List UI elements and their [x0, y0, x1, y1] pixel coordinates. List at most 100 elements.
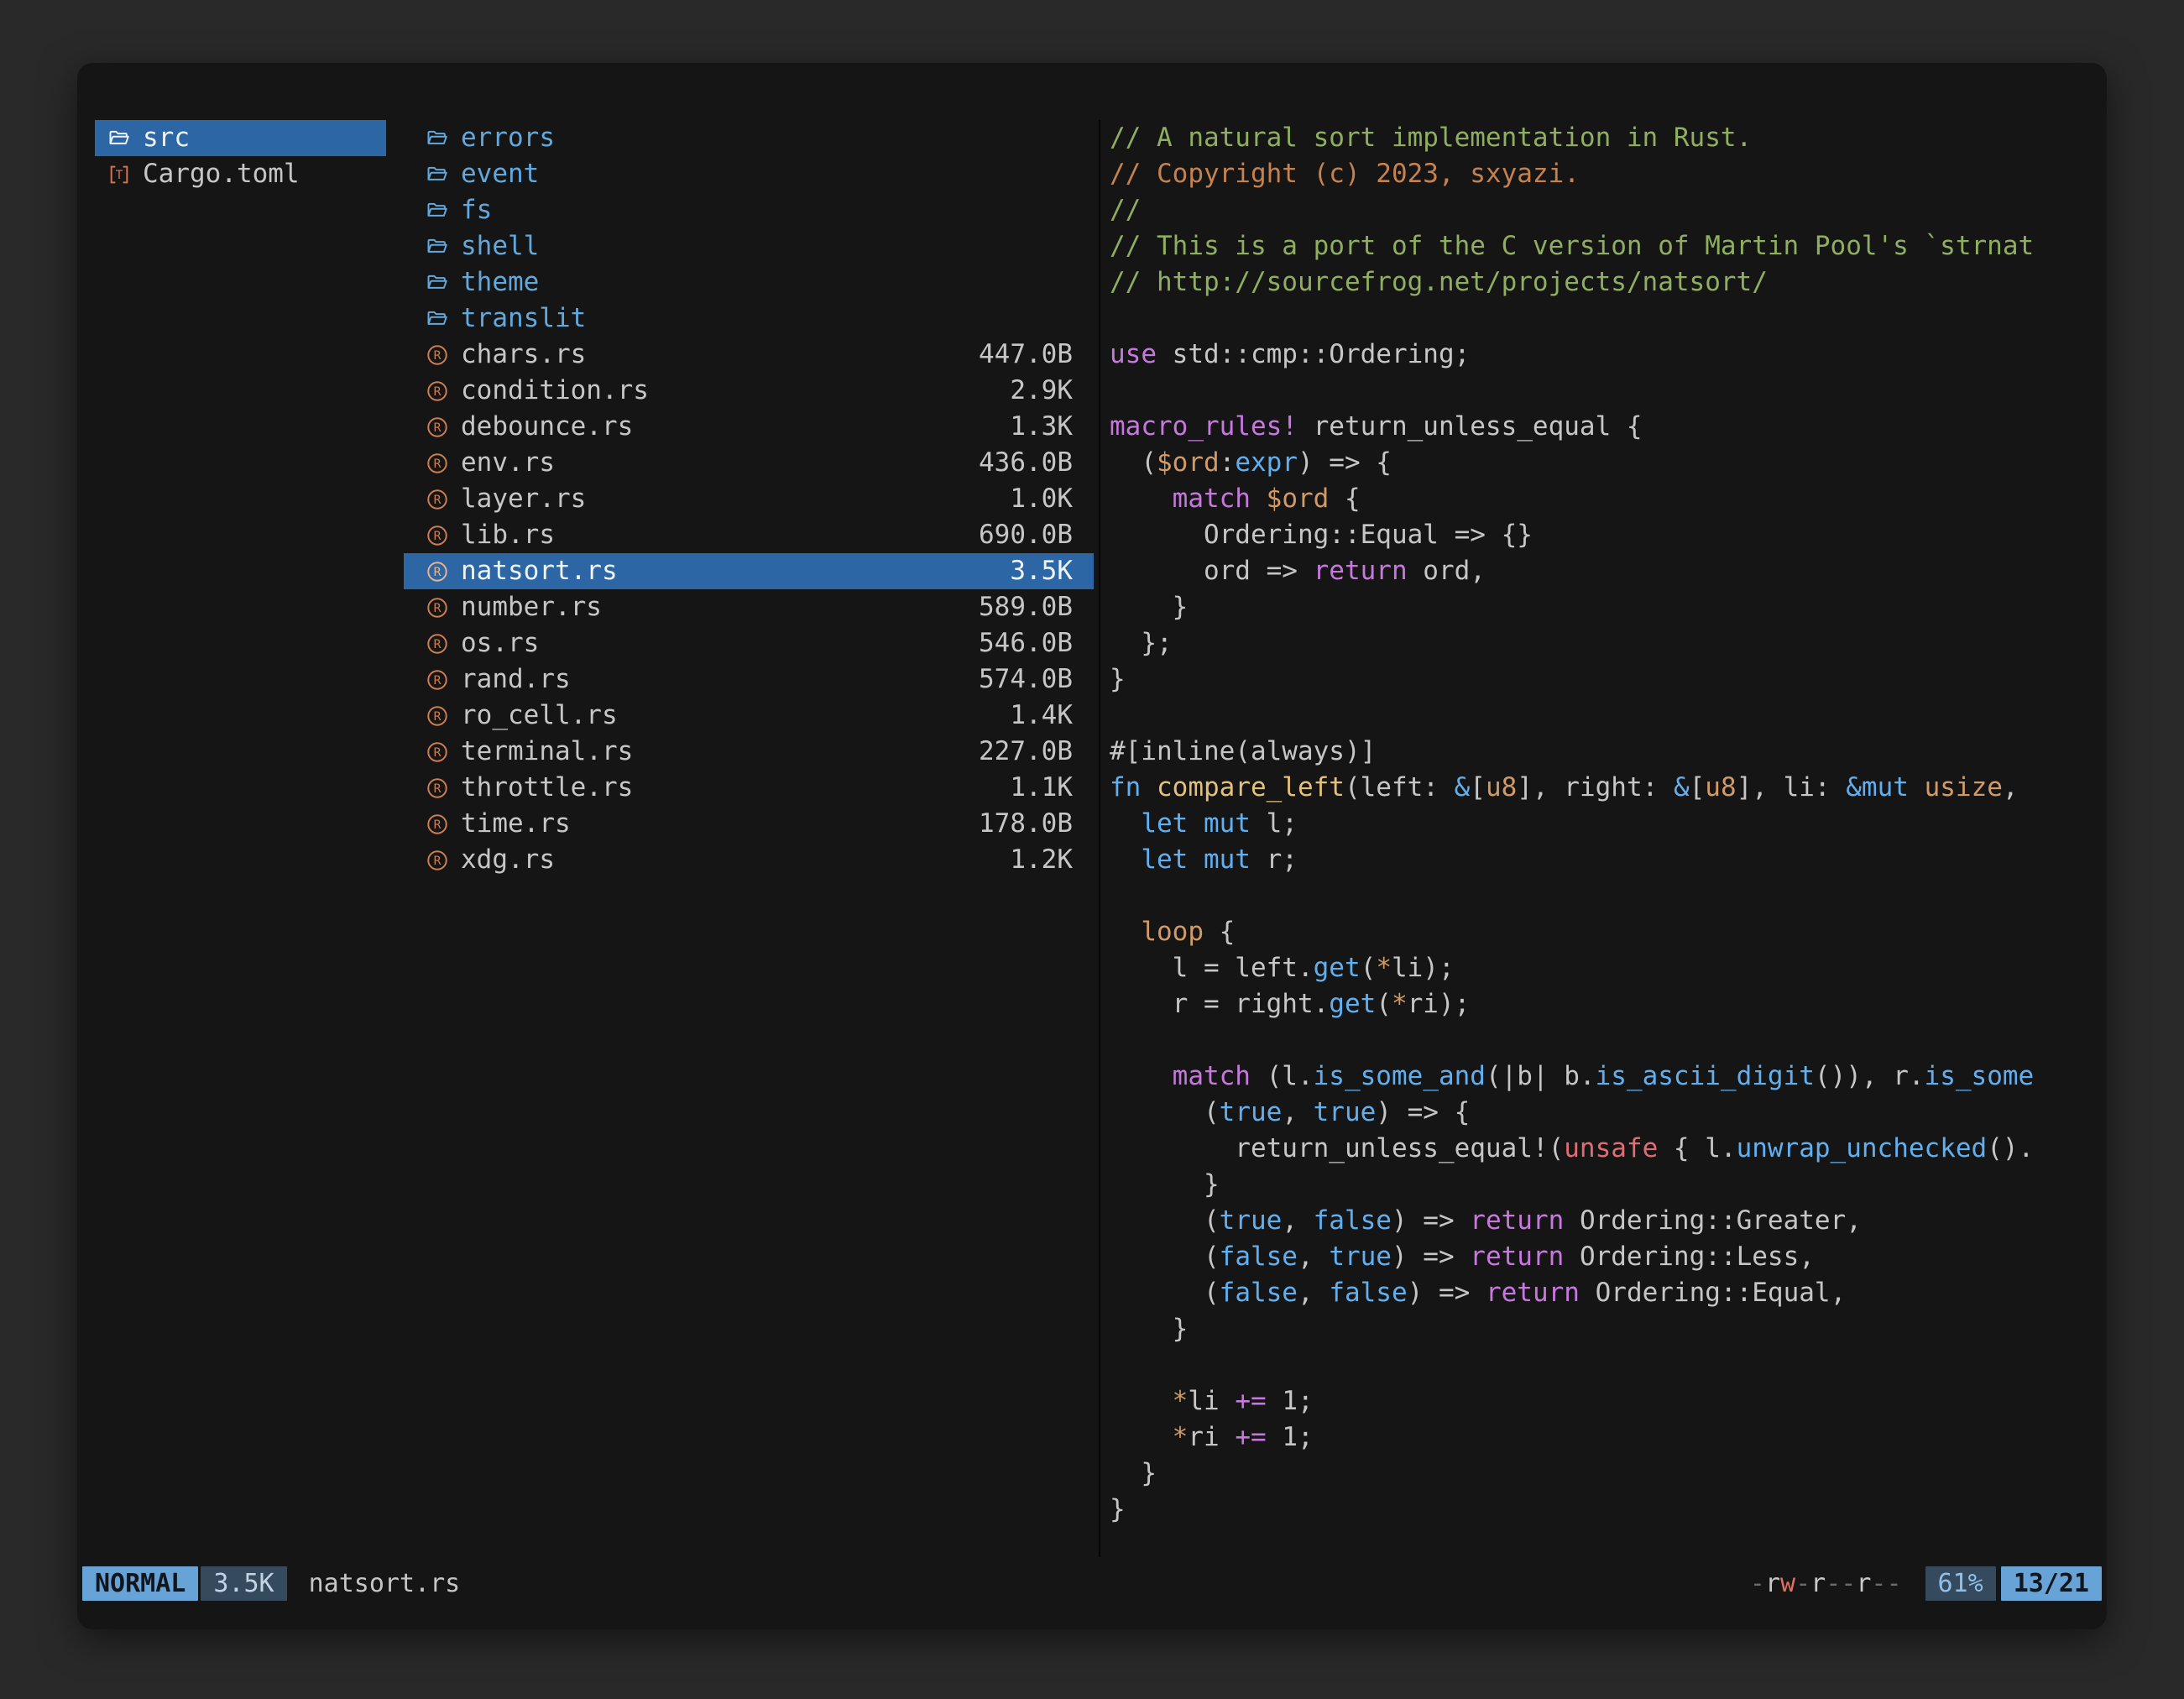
svg-text:R: R [434, 854, 442, 868]
file-row-number.rs[interactable]: Rnumber.rs589.0B [404, 589, 1094, 625]
item-size: 178.0B [979, 806, 1073, 842]
dir-row-event[interactable]: event [404, 156, 1094, 192]
svg-text:R: R [434, 601, 442, 615]
rust-icon: R [425, 812, 450, 837]
file-row-chars.rs[interactable]: Rchars.rs 447.0B [404, 337, 1094, 373]
item-size: 1.1K [1010, 770, 1073, 806]
file-row-terminal.rs[interactable]: Rterminal.rs227.0B [404, 734, 1094, 770]
item-name: throttle.rs [461, 770, 633, 806]
rust-icon: R [425, 776, 450, 801]
item-name: condition.rs [461, 373, 649, 409]
item-size: 1.0K [1010, 481, 1073, 517]
folder-icon [425, 306, 450, 332]
item-name: chars.rs [461, 337, 586, 373]
item-name: os.rs [461, 625, 539, 661]
rust-icon: R [425, 342, 450, 368]
item-size: 436.0B [979, 445, 1073, 481]
code-line: (true, false) => return Ordering::Greate… [1110, 1203, 2107, 1239]
item-size: 574.0B [979, 661, 1073, 698]
code-line: *li += 1; [1110, 1383, 2107, 1419]
file-row-condition.rs[interactable]: Rcondition.rs2.9K [404, 373, 1094, 409]
item-name: src [143, 120, 190, 156]
code-line [1110, 878, 2107, 914]
preview-pane: // A natural sort implementation in Rust… [1099, 120, 2107, 1557]
code-line: } [1110, 1167, 2107, 1203]
yazi-window: srcTCargo.toml errorseventfsshellthemetr… [77, 63, 2107, 1629]
rust-icon: R [425, 487, 450, 512]
dir-row-fs[interactable]: fs [404, 192, 1094, 228]
svg-text:R: R [434, 673, 442, 687]
folder-icon [425, 126, 450, 151]
item-name: event [461, 156, 539, 192]
code-line: let mut r; [1110, 842, 2107, 878]
folder-icon [107, 126, 132, 151]
item-size: 1.3K [1010, 409, 1073, 445]
code-line: match $ord { [1110, 481, 2107, 517]
file-row-env.rs[interactable]: Renv.rs436.0B [404, 445, 1094, 481]
file-row-Cargo.toml[interactable]: TCargo.toml [95, 156, 386, 192]
file-row-natsort.rs[interactable]: Rnatsort.rs3.5K [404, 553, 1094, 589]
item-name: ro_cell.rs [461, 698, 618, 734]
svg-text:R: R [434, 782, 442, 796]
item-size: 1.4K [1010, 698, 1073, 734]
item-name: errors [461, 120, 555, 156]
rust-icon: R [425, 595, 450, 620]
toml-icon: T [107, 162, 132, 187]
file-row-debounce.rs[interactable]: Rdebounce.rs 1.3K [404, 409, 1094, 445]
rust-icon: R [425, 559, 450, 584]
item-name: xdg.rs [461, 842, 555, 878]
code-line: match (l.is_some_and(|b| b.is_ascii_digi… [1110, 1059, 2107, 1095]
code-line: } [1110, 589, 2107, 625]
status-permissions: -rw-r--r-- [1750, 1569, 1902, 1598]
code-line: macro_rules! return_unless_equal { [1110, 409, 2107, 445]
rust-icon: R [425, 415, 450, 440]
dir-row-src[interactable]: src [95, 120, 386, 156]
file-row-rand.rs[interactable]: Rrand.rs 574.0B [404, 661, 1094, 698]
file-row-lib.rs[interactable]: Rlib.rs690.0B [404, 517, 1094, 553]
code-line [1110, 1347, 2107, 1383]
rust-icon: R [425, 740, 450, 765]
dir-row-shell[interactable]: shell [404, 228, 1094, 264]
code-line: loop { [1110, 914, 2107, 950]
dir-row-errors[interactable]: errors [404, 120, 1094, 156]
code-line: } [1110, 1311, 2107, 1347]
svg-text:R: R [434, 637, 442, 651]
file-row-xdg.rs[interactable]: Rxdg.rs1.2K [404, 842, 1094, 878]
item-name: number.rs [461, 589, 602, 625]
file-row-os.rs[interactable]: Ros.rs 546.0B [404, 625, 1094, 661]
item-name: lib.rs [461, 517, 555, 553]
code-line: ($ord:expr) => { [1110, 445, 2107, 481]
svg-text:R: R [434, 745, 442, 760]
item-name: layer.rs [461, 481, 586, 517]
rust-icon: R [425, 451, 450, 476]
folder-icon [425, 270, 450, 295]
code-line: // This is a port of the C version of Ma… [1110, 228, 2107, 264]
item-size: 546.0B [979, 625, 1073, 661]
dir-row-theme[interactable]: theme [404, 264, 1094, 301]
folder-icon [425, 162, 450, 187]
rust-icon: R [425, 667, 450, 693]
item-name: translit [461, 301, 586, 337]
item-name: debounce.rs [461, 409, 633, 445]
file-row-ro_cell.rs[interactable]: Rro_cell.rs 1.4K [404, 698, 1094, 734]
parent-pane: srcTCargo.toml [95, 120, 386, 1557]
svg-text:T: T [116, 167, 123, 181]
status-bar: NORMAL 3.5K natsort.rs -rw-r--r-- 61% 13… [82, 1566, 2102, 1601]
current-pane: errorseventfsshellthemetranslitRchars.rs… [404, 120, 1094, 1557]
file-row-layer.rs[interactable]: Rlayer.rs 1.0K [404, 481, 1094, 517]
code-line: // [1110, 192, 2107, 228]
dir-row-translit[interactable]: translit [404, 301, 1094, 337]
rust-icon: R [425, 379, 450, 404]
svg-text:R: R [434, 493, 442, 507]
rust-icon: R [425, 631, 450, 656]
svg-text:R: R [434, 709, 442, 724]
item-name: natsort.rs [461, 553, 618, 589]
item-size: 690.0B [979, 517, 1073, 553]
code-line: (false, true) => return Ordering::Less, [1110, 1239, 2107, 1275]
item-size: 447.0B [979, 337, 1073, 373]
file-row-time.rs[interactable]: Rtime.rs178.0B [404, 806, 1094, 842]
item-size: 227.0B [979, 734, 1073, 770]
item-name: rand.rs [461, 661, 571, 698]
file-row-throttle.rs[interactable]: Rthrottle.rs 1.1K [404, 770, 1094, 806]
code-line [1110, 698, 2107, 734]
